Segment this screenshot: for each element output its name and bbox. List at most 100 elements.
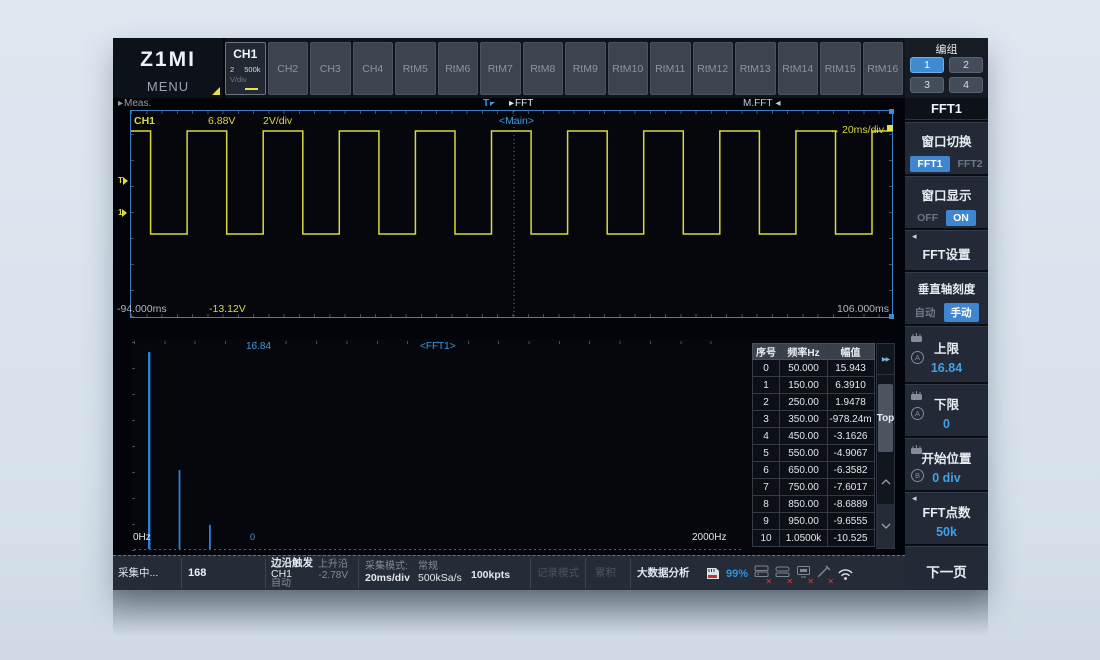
fft-window-name: <FFT1> xyxy=(420,341,456,352)
group-button-4[interactable]: 4 xyxy=(949,77,983,93)
table-header-cell: 序号 xyxy=(753,344,780,359)
tab-ch1[interactable]: CH12500kV/div xyxy=(225,42,266,95)
table-row[interactable]: 5550.00-4.9067 xyxy=(752,445,875,462)
window-switch-section[interactable]: 窗口切换 FFT1 FFT2 xyxy=(905,122,988,174)
storage-percent: 99% xyxy=(726,568,748,580)
table-cell: -10.525 xyxy=(828,530,873,546)
table-row[interactable]: 8850.00-8.6889 xyxy=(752,496,875,513)
scroll-up-button[interactable] xyxy=(877,462,894,502)
table-row[interactable]: 050.00015.943 xyxy=(752,360,875,377)
tab-rtm11[interactable]: RtM11 xyxy=(650,42,691,95)
knob-a-icon: A xyxy=(911,407,924,420)
scroll-thumb[interactable]: Top xyxy=(878,384,893,452)
trigger-right-marker[interactable] xyxy=(887,125,893,131)
window-display-section[interactable]: 窗口显示 OFF ON xyxy=(905,176,988,228)
window-name-label: <Main> xyxy=(499,115,534,127)
trigger-position-icon[interactable]: T xyxy=(483,98,495,109)
fft-settings-section[interactable]: FFT设置 xyxy=(905,230,988,270)
tab-rtm8[interactable]: RtM8 xyxy=(523,42,564,95)
trigger-mode: 自动 xyxy=(271,579,313,590)
tab-rtm7[interactable]: RtM7 xyxy=(480,42,521,95)
tab-rtm14[interactable]: RtM14 xyxy=(778,42,819,95)
channel1-marker[interactable]: 1 xyxy=(118,208,127,217)
trigger-count: 168 xyxy=(188,556,206,591)
table-row[interactable]: 2250.001.9478 xyxy=(752,394,875,411)
knob-icon xyxy=(910,444,923,455)
mfft-menu[interactable]: M.FFT xyxy=(743,98,780,109)
table-expand-button[interactable] xyxy=(877,344,894,375)
accumulate-button[interactable]: 累积 xyxy=(595,556,616,591)
group-button-2[interactable]: 2 xyxy=(949,57,983,73)
option-fft1[interactable]: FFT1 xyxy=(910,156,949,172)
meas-menu[interactable]: Meas. xyxy=(118,98,151,109)
table-cell: 1.9478 xyxy=(828,394,873,410)
option-off[interactable]: OFF xyxy=(917,212,938,224)
option-manual[interactable]: 手动 xyxy=(944,303,979,322)
tab-rtm13[interactable]: RtM13 xyxy=(735,42,776,95)
table-cell: 2 xyxy=(753,394,780,410)
option-auto[interactable]: 自动 xyxy=(915,305,936,320)
group-button-3[interactable]: 3 xyxy=(910,77,944,93)
acq-mode: 常规 xyxy=(418,562,462,573)
table-cell: 550.00 xyxy=(780,445,828,461)
tab-rtm5[interactable]: RtM5 xyxy=(395,42,436,95)
upper-limit-section[interactable]: A 上限 16.84 xyxy=(905,326,988,382)
time-right-label: 106.000ms xyxy=(837,303,889,315)
menu-button[interactable]: MENU xyxy=(113,79,223,94)
fft-points-section[interactable]: FFT点数 50k xyxy=(905,492,988,544)
start-position-section[interactable]: B 开始位置 0 div xyxy=(905,438,988,490)
big-data-button[interactable]: 大数据分析 xyxy=(637,556,690,591)
table-cell: 4 xyxy=(753,428,780,444)
fft-points-label: FFT点数 xyxy=(905,502,988,521)
table-cell: 3 xyxy=(753,411,780,427)
table-row[interactable]: 6650.00-6.3582 xyxy=(752,462,875,479)
table-cell: 950.00 xyxy=(780,513,828,529)
vertical-scale-section[interactable]: 垂直轴刻度 自动 手动 xyxy=(905,272,988,324)
trigger-info[interactable]: 边沿触发 CH1 自动 xyxy=(271,558,313,593)
option-fft2[interactable]: FFT2 xyxy=(958,158,983,170)
table-row[interactable]: 1150.006.3910 xyxy=(752,377,875,394)
table-cell: 6.3910 xyxy=(828,377,873,393)
scroll-down-button[interactable] xyxy=(877,504,894,548)
table-row[interactable]: 3350.00-978.24m xyxy=(752,411,875,428)
fft-menu[interactable]: FFT xyxy=(509,98,533,109)
acq-timebase: 20ms/div xyxy=(365,573,410,584)
table-cell: 8 xyxy=(753,496,780,512)
table-cell: 50.000 xyxy=(780,360,828,376)
page: Z1MI MENU CH12500kV/divCH2CH3CH4RtM5RtM6… xyxy=(0,0,1100,660)
status-icons: 99% ✕ ✕ ✕ ✕ xyxy=(705,556,854,591)
option-on[interactable]: ON xyxy=(946,210,976,226)
tab-rtm15[interactable]: RtM15 xyxy=(820,42,861,95)
tab-rtm6[interactable]: RtM6 xyxy=(438,42,479,95)
memory-depth: 100kpts xyxy=(471,556,510,591)
knob-a-icon: A xyxy=(911,351,924,364)
oscilloscope-device: Z1MI MENU CH12500kV/divCH2CH3CH4RtM5RtM6… xyxy=(113,38,988,590)
status-bar: 采集中... 168 边沿触发 CH1 自动 上升沿 -2.78V 采集模式: … xyxy=(113,555,905,590)
tab-ch2[interactable]: CH2 xyxy=(268,42,309,95)
lower-limit-section[interactable]: A 下限 0 xyxy=(905,384,988,436)
table-cell: -8.6889 xyxy=(828,496,873,512)
record-mode-button[interactable]: 记录模式 xyxy=(537,556,579,591)
tab-ch4[interactable]: CH4 xyxy=(353,42,394,95)
tab-rtm12[interactable]: RtM12 xyxy=(693,42,734,95)
tab-ch3[interactable]: CH3 xyxy=(310,42,351,95)
table-row[interactable]: 9950.00-9.6555 xyxy=(752,513,875,530)
waveform-plot xyxy=(131,111,892,317)
wave-voltage: 6.88V xyxy=(208,115,235,127)
table-row[interactable]: 4450.00-3.1626 xyxy=(752,428,875,445)
tab-rtm10[interactable]: RtM10 xyxy=(608,42,649,95)
group-buttons: 1234 xyxy=(910,57,983,93)
tab-rtm16[interactable]: RtM16 xyxy=(863,42,904,95)
ch1-trace xyxy=(131,131,892,234)
main-waveform-window[interactable]: CH1 6.88V 2V/div <Main> 20ms/div -94.000… xyxy=(130,110,893,318)
tab-rtm9[interactable]: RtM9 xyxy=(565,42,606,95)
group-button-1[interactable]: 1 xyxy=(910,57,944,73)
trigger-level: -2.78V xyxy=(318,571,348,582)
display-screen: Meas. T FFT M.FFT CH1 6.88V 2V/div <Main… xyxy=(113,98,905,590)
channel-tabs: CH12500kV/divCH2CH3CH4RtM5RtM6RtM7RtM8Rt… xyxy=(223,38,905,98)
next-page-button[interactable]: 下一页 xyxy=(905,546,988,590)
table-row[interactable]: 101.0500k-10.525 xyxy=(752,530,875,547)
trigger-level-marker[interactable]: T xyxy=(118,176,128,185)
table-row[interactable]: 7750.00-7.6017 xyxy=(752,479,875,496)
table-cell: -3.1626 xyxy=(828,428,873,444)
